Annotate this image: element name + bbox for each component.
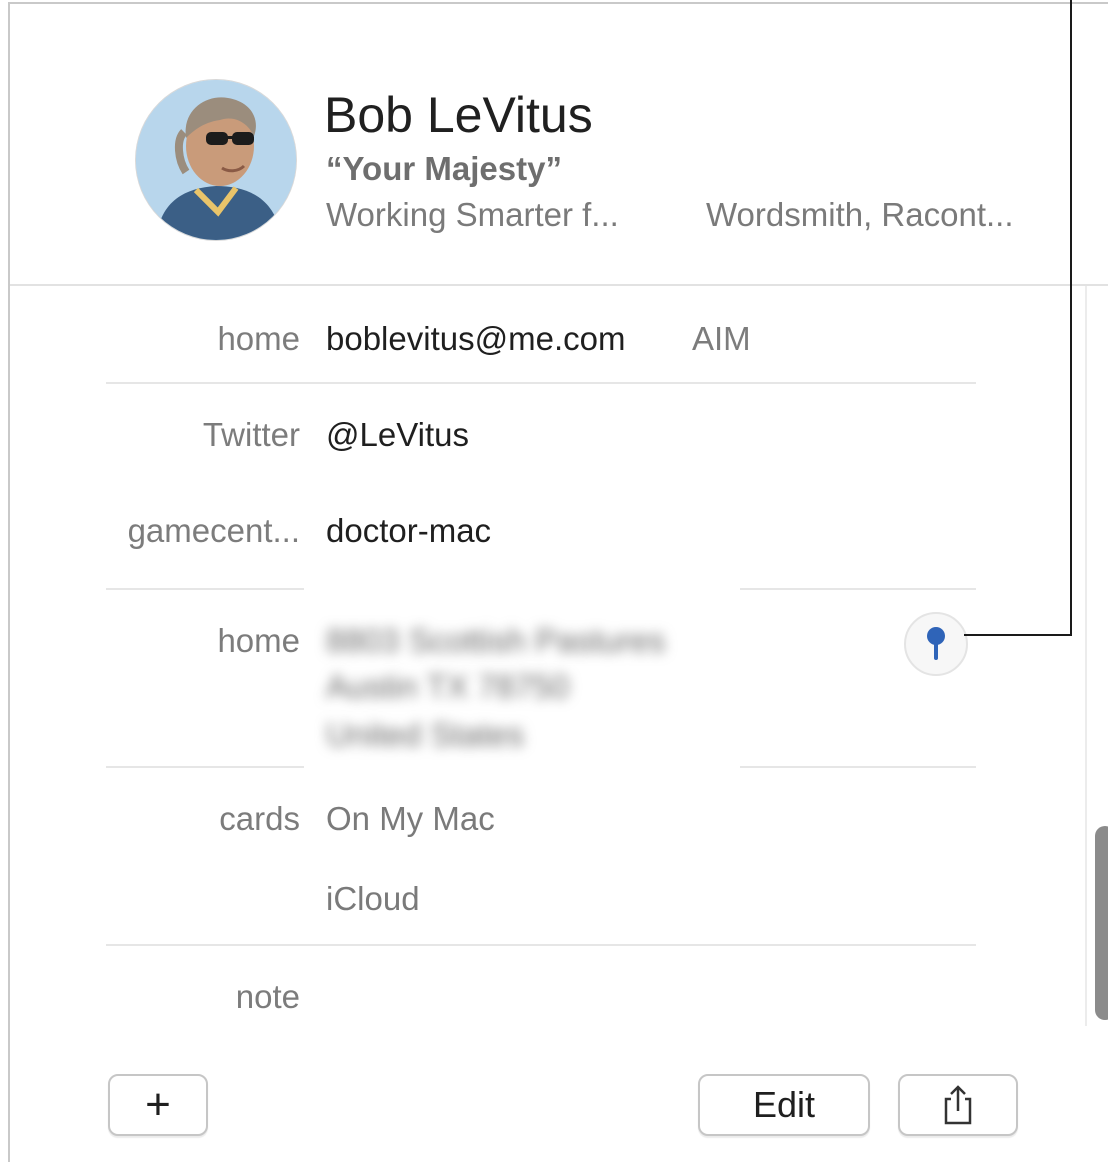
email-value[interactable]: boblevitus@me.com [326,320,625,358]
contact-name: Bob LeVitus [324,87,593,143]
gamecenter-label: gamecent... [127,512,300,549]
twitter-value[interactable]: @LeVitus [326,416,469,454]
avatar-photo [136,80,296,240]
email-label: home [217,320,300,357]
address-line-2[interactable]: Austin TX 78750 [326,668,569,706]
callout-line-horizontal [964,634,1072,636]
contact-company: Working Smarter f... [326,196,619,233]
contact-job-title: Wordsmith, Racont... [706,196,1014,233]
callout-line-vertical [1070,0,1072,636]
note-label: note [235,978,300,1015]
card-group-on-my-mac[interactable]: On My Mac [326,800,495,838]
address-line-3[interactable]: United States [326,716,524,754]
email-service-label: AIM [692,320,751,357]
edit-button[interactable]: Edit [698,1074,870,1136]
contact-card-window: Bob LeVitus “Your Majesty” Working Smart… [8,2,1108,1162]
row-divider [106,944,976,946]
plus-icon: + [145,1080,171,1129]
row-divider [106,588,304,590]
gamecenter-value[interactable]: doctor-mac [326,512,491,550]
card-group-icloud[interactable]: iCloud [326,880,420,918]
scrollbar-track[interactable] [1085,286,1087,1026]
share-button[interactable] [898,1074,1018,1136]
scrollbar-thumb[interactable] [1095,826,1108,1020]
add-field-button[interactable]: + [108,1074,208,1136]
cards-label: cards [219,800,300,837]
row-divider [106,766,304,768]
map-pin-icon [927,627,945,660]
twitter-label: Twitter [202,416,300,453]
row-divider [740,588,976,590]
share-icon [944,1085,972,1125]
avatar[interactable] [136,80,296,240]
show-map-button[interactable] [904,612,968,676]
contact-header: Bob LeVitus “Your Majesty” Working Smart… [10,4,1108,286]
edit-button-label: Edit [752,1084,816,1125]
address-line-1[interactable]: 8803 Scottish Pastures [326,622,665,660]
row-divider [740,766,976,768]
row-divider [106,382,976,384]
contact-nickname: “Your Majesty” [326,150,562,187]
address-label: home [217,622,300,659]
